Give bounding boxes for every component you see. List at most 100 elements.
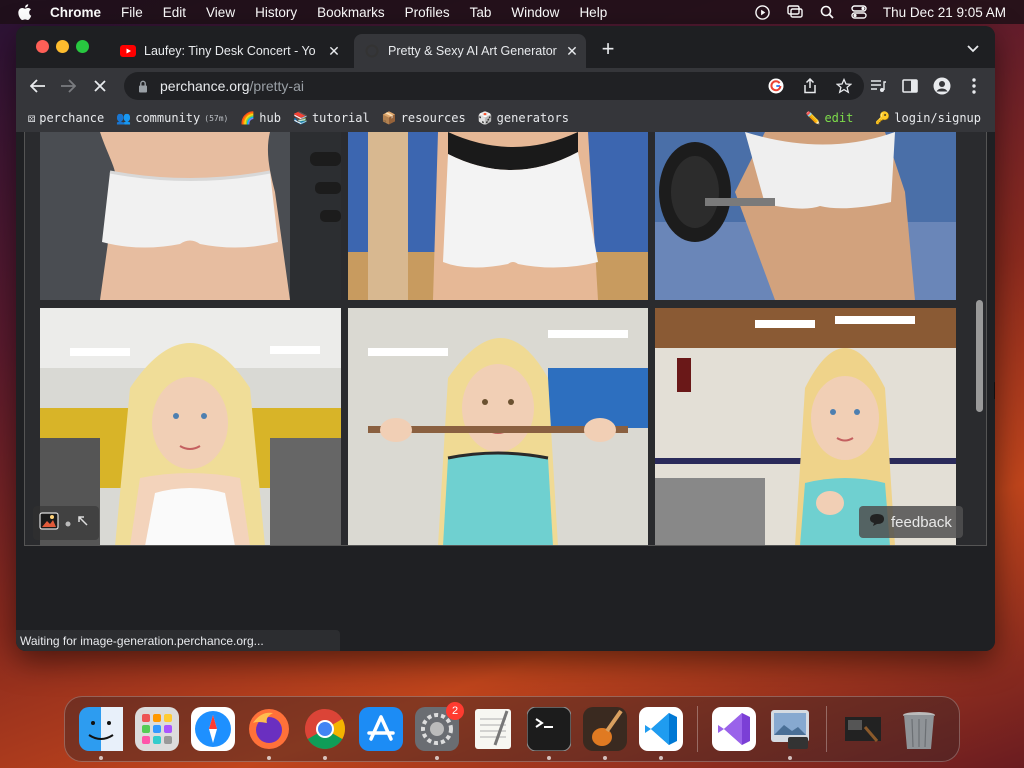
finder-icon[interactable] — [78, 706, 124, 760]
screen-mirroring-icon[interactable] — [787, 4, 803, 20]
generated-image[interactable] — [40, 132, 341, 300]
vscode-icon[interactable] — [638, 706, 684, 760]
visual-studio-icon[interactable] — [711, 706, 757, 752]
generated-image[interactable] — [655, 132, 956, 300]
menu-bookmarks[interactable]: Bookmarks — [317, 5, 385, 20]
nav-link-generators[interactable]: 🎲 generators — [478, 111, 569, 125]
tab-perchance[interactable]: Pretty & Sexy AI Art Generator ✕ — [354, 34, 586, 68]
feedback-button[interactable]: feedback — [859, 506, 963, 538]
menu-chrome[interactable]: Chrome — [50, 5, 101, 20]
url-text[interactable]: perchance.org/pretty-ai — [160, 78, 304, 94]
perchance-icon — [364, 43, 380, 59]
url-domain: perchance.org — [160, 78, 250, 94]
image-icon[interactable] — [39, 511, 59, 535]
login-label: login/signup — [894, 111, 981, 125]
edit-label: edit — [824, 111, 854, 125]
generated-image[interactable] — [348, 308, 648, 545]
firefox-icon[interactable] — [246, 706, 292, 760]
apple-menu-icon[interactable] — [18, 4, 36, 20]
expand-icon[interactable] — [77, 514, 89, 532]
chrome-icon[interactable] — [302, 706, 348, 760]
kebab-menu-icon[interactable] — [964, 76, 984, 96]
app-store-icon[interactable] — [358, 706, 404, 752]
back-button[interactable] — [26, 74, 50, 98]
close-tab-icon[interactable]: ✕ — [324, 41, 344, 61]
address-bar[interactable]: perchance.org/pretty-ai — [124, 72, 864, 100]
nav-link-label: resources — [400, 111, 466, 125]
scrollbar-thumb[interactable] — [976, 300, 983, 412]
media-queue-icon[interactable] — [868, 76, 888, 96]
trash-icon[interactable] — [896, 706, 942, 752]
google-lens-icon[interactable] — [766, 76, 786, 96]
preview-icon[interactable] — [767, 706, 813, 760]
launchpad-icon[interactable] — [134, 706, 180, 752]
share-icon[interactable] — [800, 76, 820, 96]
menu-edit[interactable]: Edit — [163, 5, 186, 20]
nav-link-label: community — [135, 111, 201, 125]
page-content: feedback Waiting for image-generation.pe… — [16, 132, 995, 651]
menu-tab[interactable]: Tab — [470, 5, 492, 20]
rainbow-icon: 🌈 — [240, 111, 256, 125]
spotlight-search-icon[interactable] — [819, 4, 835, 20]
garageband-icon[interactable] — [582, 706, 628, 760]
tab-title: Laufey: Tiny Desk Concert - Yo — [144, 44, 316, 58]
menu-window[interactable]: Window — [511, 5, 559, 20]
profile-avatar-icon[interactable] — [932, 76, 952, 96]
mouse-cursor-icon — [994, 382, 995, 400]
dock-separator — [826, 706, 827, 752]
menu-file[interactable]: File — [121, 5, 143, 20]
close-tab-icon[interactable]: ✕ — [562, 41, 582, 61]
browser-toolbar: perchance.org/pretty-ai — [16, 68, 995, 104]
tab-youtube[interactable]: Laufey: Tiny Desk Concert - Yo ✕ — [110, 34, 348, 68]
terminal-icon[interactable] — [526, 706, 572, 760]
nav-link-resources[interactable]: 📦 resources — [382, 111, 466, 125]
menu-profiles[interactable]: Profiles — [405, 5, 450, 20]
minimize-window-button[interactable] — [56, 40, 69, 53]
menu-bar: Chrome File Edit View History Bookmarks … — [0, 0, 1024, 24]
new-tab-button[interactable]: + — [596, 38, 620, 62]
nav-link-hub[interactable]: 🌈 hub — [240, 111, 281, 125]
play-icon[interactable] — [755, 4, 771, 20]
fullscreen-window-button[interactable] — [76, 40, 89, 53]
stop-loading-button[interactable] — [88, 74, 112, 98]
lock-icon[interactable] — [136, 79, 150, 93]
status-bar: Waiting for image-generation.perchance.o… — [16, 630, 340, 651]
menu-view[interactable]: View — [206, 5, 235, 20]
nav-link-label: perchance — [39, 111, 105, 125]
control-center-icon[interactable] — [851, 4, 867, 20]
forward-button[interactable] — [56, 74, 80, 98]
close-window-button[interactable] — [36, 40, 49, 53]
running-indicator — [267, 756, 271, 760]
community-count: (57m) — [204, 113, 229, 123]
dot-icon — [65, 514, 71, 532]
tab-strip: Laufey: Tiny Desk Concert - Yo ✕ Pretty … — [16, 26, 995, 68]
image-grid-frame: feedback — [24, 132, 987, 546]
generated-image[interactable] — [348, 132, 648, 300]
side-panel-icon[interactable] — [900, 76, 920, 96]
running-indicator — [659, 756, 663, 760]
downloads-stack-icon[interactable] — [840, 706, 886, 752]
page-scrollbar[interactable] — [971, 132, 986, 545]
dice-icon: ⚄ — [28, 111, 36, 125]
menu-help[interactable]: Help — [579, 5, 607, 20]
key-icon: 🔑 — [875, 111, 891, 125]
dock-separator — [697, 706, 698, 752]
nav-link-label: tutorial — [311, 111, 370, 125]
nav-link-label: generators — [496, 111, 569, 125]
tab-title: Pretty & Sexy AI Art Generator — [388, 44, 557, 58]
textedit-icon[interactable] — [470, 706, 516, 752]
nav-link-tutorial[interactable]: 📚 tutorial — [293, 111, 370, 125]
running-indicator — [99, 756, 103, 760]
menubar-clock[interactable]: Thu Dec 21 9:05 AM — [883, 5, 1006, 20]
system-settings-icon[interactable]: 2 — [414, 702, 464, 760]
pencil-icon: ✏️ — [805, 111, 821, 125]
running-indicator — [323, 756, 327, 760]
safari-icon[interactable] — [190, 706, 236, 752]
nav-link-community[interactable]: 👥 community (57m) — [116, 111, 228, 125]
menu-history[interactable]: History — [255, 5, 297, 20]
nav-link-perchance[interactable]: ⚄ perchance — [28, 111, 104, 125]
chevron-down-icon[interactable] — [964, 40, 982, 58]
bookmark-star-icon[interactable] — [834, 76, 854, 96]
edit-link[interactable]: ✏️ edit — [805, 111, 853, 125]
login-link[interactable]: 🔑 login/signup — [875, 111, 981, 125]
